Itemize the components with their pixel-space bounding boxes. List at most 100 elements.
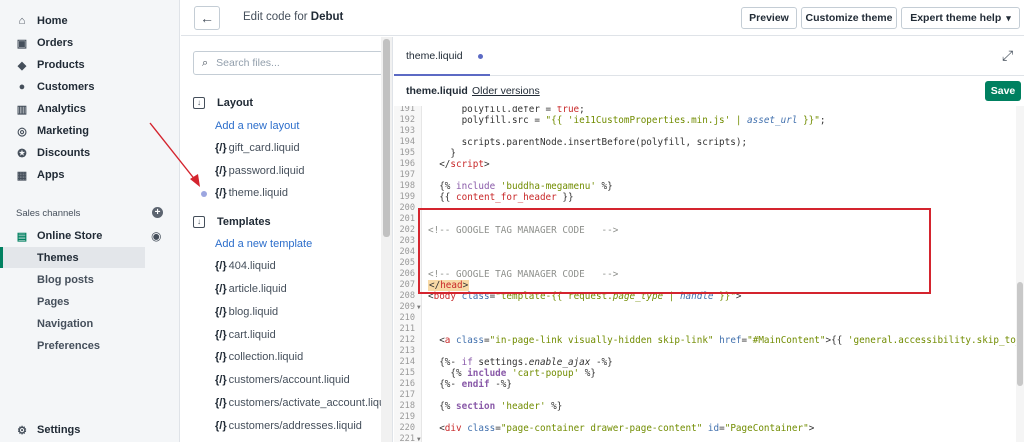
nav-item-discounts[interactable]: ✪ Discounts (0, 142, 180, 164)
line-number: 205 (399, 258, 415, 268)
back-button[interactable]: ← (194, 6, 220, 30)
nav-item-analytics[interactable]: ▥ Analytics (0, 98, 180, 120)
file-item[interactable]: {/} cart.liquid (215, 329, 276, 341)
liquid-file-icon: {/} (215, 187, 227, 199)
code-line: <!-- GOOGLE TAG MANAGER CODE --> (428, 269, 619, 280)
layout-folder[interactable]: ↓ Layout (193, 95, 253, 111)
file-name: customers/activate_account.liquid (228, 397, 393, 409)
file-item[interactable]: {/} gift_card.liquid (215, 142, 300, 154)
nav-sub-blog-posts[interactable]: Blog posts (0, 269, 145, 290)
liquid-file-icon: {/} (215, 374, 227, 386)
target-icon: ◎ (17, 125, 27, 138)
file-name: collection.liquid (228, 351, 304, 363)
editor-scrollbar[interactable] (1016, 106, 1024, 442)
customize-theme-button[interactable]: Customize theme (801, 7, 897, 29)
preview-button[interactable]: Preview (741, 7, 797, 29)
liquid-file-icon: {/} (215, 165, 227, 177)
code-line: {%- endif -%} (428, 379, 512, 390)
eye-icon[interactable]: ◉ (151, 229, 161, 243)
code-line: {{ content_for_header }} (428, 192, 574, 203)
theme-name: Debut (310, 11, 344, 23)
add-layout-link[interactable]: Add a new layout (215, 120, 299, 132)
folder-download-icon: ↓ (193, 216, 205, 228)
nav-item-apps[interactable]: ▦ Apps (0, 164, 180, 186)
top-bar: ← Edit code for Debut Preview Customize … (181, 0, 1024, 36)
file-item[interactable]: {/} customers/addresses.liquid (215, 420, 362, 432)
templates-folder[interactable]: ↓ Templates (193, 214, 271, 230)
apps-icon: ▦ (16, 169, 28, 182)
fold-arrow-icon[interactable]: ▼ (417, 436, 421, 442)
liquid-file-icon: {/} (215, 260, 227, 272)
line-number: 213 (399, 346, 415, 356)
line-number: 194 (399, 137, 415, 147)
nav-sub-preferences[interactable]: Preferences (0, 335, 145, 356)
file-item[interactable]: {/} customers/account.liquid (215, 374, 350, 386)
nav-label: Products (37, 59, 85, 71)
file-item[interactable]: {/} blog.liquid (215, 306, 278, 318)
tab-theme-liquid[interactable]: theme.liquid (406, 50, 463, 62)
line-number: 210 (399, 313, 415, 323)
expert-label: Expert theme help (910, 12, 1002, 24)
code-line: {%- if settings.enable_ajax -%} (428, 357, 613, 368)
search-files-input[interactable]: ⌕ Search files... (193, 51, 383, 75)
nav-sub-themes[interactable]: Themes (0, 247, 145, 268)
person-icon: ● (18, 81, 26, 93)
home-icon: ⌂ (18, 15, 26, 27)
file-name: blog.liquid (228, 306, 279, 318)
save-button[interactable]: Save (985, 81, 1021, 101)
code-line: } (428, 148, 456, 159)
nav-item-home[interactable]: ⌂ Home (0, 10, 180, 32)
line-number: 197 (399, 170, 415, 180)
file-name: 404.liquid (228, 260, 276, 272)
line-number: 220 (399, 423, 415, 433)
line-number: 203 (399, 236, 415, 246)
nav-item-products[interactable]: ◆ Products (0, 54, 180, 76)
files-scrollbar[interactable] (381, 37, 392, 442)
file-item-active[interactable]: {/} theme.liquid (215, 187, 288, 199)
nav-item-marketing[interactable]: ◎ Marketing (0, 120, 180, 142)
nav-item-orders[interactable]: ▣ Orders (0, 32, 180, 54)
search-placeholder: Search files... (216, 57, 280, 69)
fold-arrow-icon[interactable]: ▼ (417, 304, 421, 311)
older-versions-link[interactable]: Older versions (472, 85, 540, 97)
line-number: 204 (399, 247, 415, 257)
expert-theme-help-button[interactable]: Expert theme help ▾ (901, 7, 1020, 29)
nav-item-customers[interactable]: ● Customers (0, 76, 180, 98)
line-number: 195 (399, 148, 415, 158)
liquid-file-icon: {/} (215, 420, 227, 432)
line-number: 209 (399, 302, 415, 312)
line-number: 200 (399, 203, 415, 213)
nav-label: Marketing (37, 125, 89, 137)
file-item[interactable]: {/} customers/activate_account.liquid (215, 397, 393, 409)
line-number: 216 (399, 379, 415, 389)
line-number: 214 (399, 357, 415, 367)
code-line: {% section 'header' %} (428, 401, 563, 412)
code-line: polyfill.src = "{{ 'ie11CustomProperties… (428, 115, 826, 126)
code-area[interactable]: 191 192 193 194 195 196 197 198 199 200 201 202 203 2… (394, 106, 1024, 442)
line-number: 202 (399, 225, 415, 235)
scrollbar-thumb[interactable] (1017, 282, 1023, 386)
add-template-link[interactable]: Add a new template (215, 238, 312, 250)
nav-sub-pages[interactable]: Pages (0, 291, 145, 312)
line-number: 199 (399, 192, 415, 202)
nav-label: Online Store (37, 230, 103, 242)
add-channel-icon[interactable]: + (152, 207, 163, 218)
gear-icon: ⚙ (17, 424, 27, 437)
file-name: cart.liquid (228, 329, 276, 341)
file-item[interactable]: {/} password.liquid (215, 165, 304, 177)
line-number: 196 (399, 159, 415, 169)
caret-down-icon: ▾ (1006, 12, 1011, 23)
line-number: 192 (399, 115, 415, 125)
file-item[interactable]: {/} 404.liquid (215, 260, 276, 272)
file-item[interactable]: {/} article.liquid (215, 283, 287, 295)
line-number: 212 (399, 335, 415, 345)
code-line: </head> (428, 280, 470, 291)
file-item[interactable]: {/} collection.liquid (215, 351, 303, 363)
expand-icon[interactable]: ⤢ (1002, 47, 1013, 64)
nav-sub-navigation[interactable]: Navigation (0, 313, 145, 334)
code-line: <body class="template-{{ request.page_ty… (428, 291, 742, 302)
nav-item-settings[interactable]: ⚙ Settings (0, 419, 180, 441)
code-line: scripts.parentNode.insertBefore(polyfill… (428, 137, 748, 148)
scrollbar-thumb[interactable] (383, 39, 390, 237)
liquid-file-icon: {/} (215, 397, 227, 409)
